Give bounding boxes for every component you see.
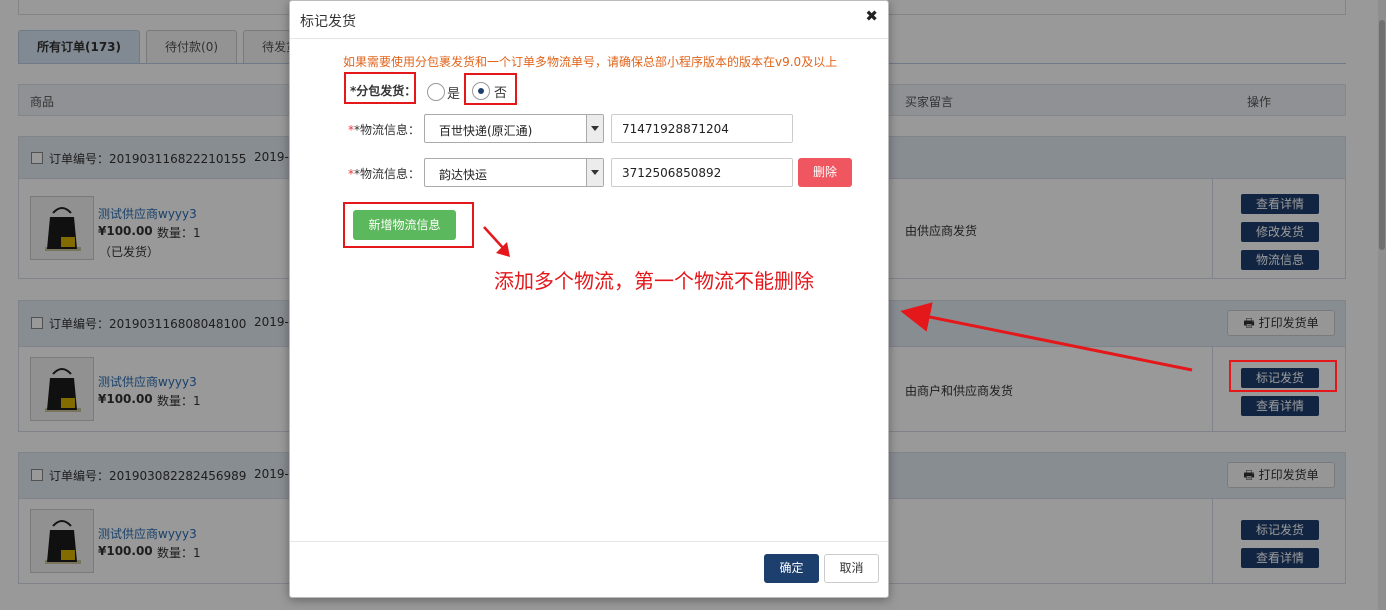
dialog-title: 标记发货: [300, 14, 356, 30]
carrier-select-value: 百世快递(原汇通): [439, 124, 533, 138]
split-no-radio[interactable]: [472, 82, 490, 100]
carrier-select[interactable]: 韵达快运: [424, 158, 604, 187]
cancel-button[interactable]: 取消: [824, 554, 879, 583]
add-logistics-button[interactable]: 新增物流信息: [353, 210, 456, 240]
mark-shipped-dialog: 标记发货 ✖ 如果需要使用分包裹发货和一个订单多物流单号，请确保总部小程序版本的…: [289, 0, 889, 598]
dialog-footer: 确定 取消: [290, 541, 888, 597]
split-no-label: 否: [494, 86, 508, 101]
tracking-number-input[interactable]: [611, 114, 793, 143]
version-notice: 如果需要使用分包裹发货和一个订单多物流单号，请确保总部小程序版本的版本在v9.0…: [343, 55, 838, 69]
confirm-button[interactable]: 确定: [764, 554, 819, 583]
dialog-header: 标记发货 ✖: [290, 1, 888, 39]
split-yes-label: 是: [447, 87, 461, 102]
annotation-text: 添加多个物流，第一个物流不能删除: [494, 269, 814, 293]
logistics-label: **物流信息：: [348, 167, 421, 181]
chevron-down-icon: [586, 115, 603, 142]
carrier-select[interactable]: 百世快递(原汇通): [424, 114, 604, 143]
split-shipment-label: *分包发货：: [350, 84, 417, 98]
split-yes-radio[interactable]: [427, 83, 445, 101]
carrier-select-value: 韵达快运: [439, 168, 488, 182]
chevron-down-icon: [586, 159, 603, 186]
logistics-label-text: *物流信息：: [354, 167, 421, 181]
tracking-number-input[interactable]: [611, 158, 793, 187]
delete-logistics-button[interactable]: 删除: [798, 158, 852, 187]
close-icon[interactable]: ✖: [865, 7, 878, 25]
logistics-label: **物流信息：: [348, 123, 421, 137]
annotation-arrow: [483, 226, 510, 257]
mark-shipped-highlight: [1229, 360, 1337, 392]
logistics-label-text: *物流信息：: [354, 123, 421, 137]
